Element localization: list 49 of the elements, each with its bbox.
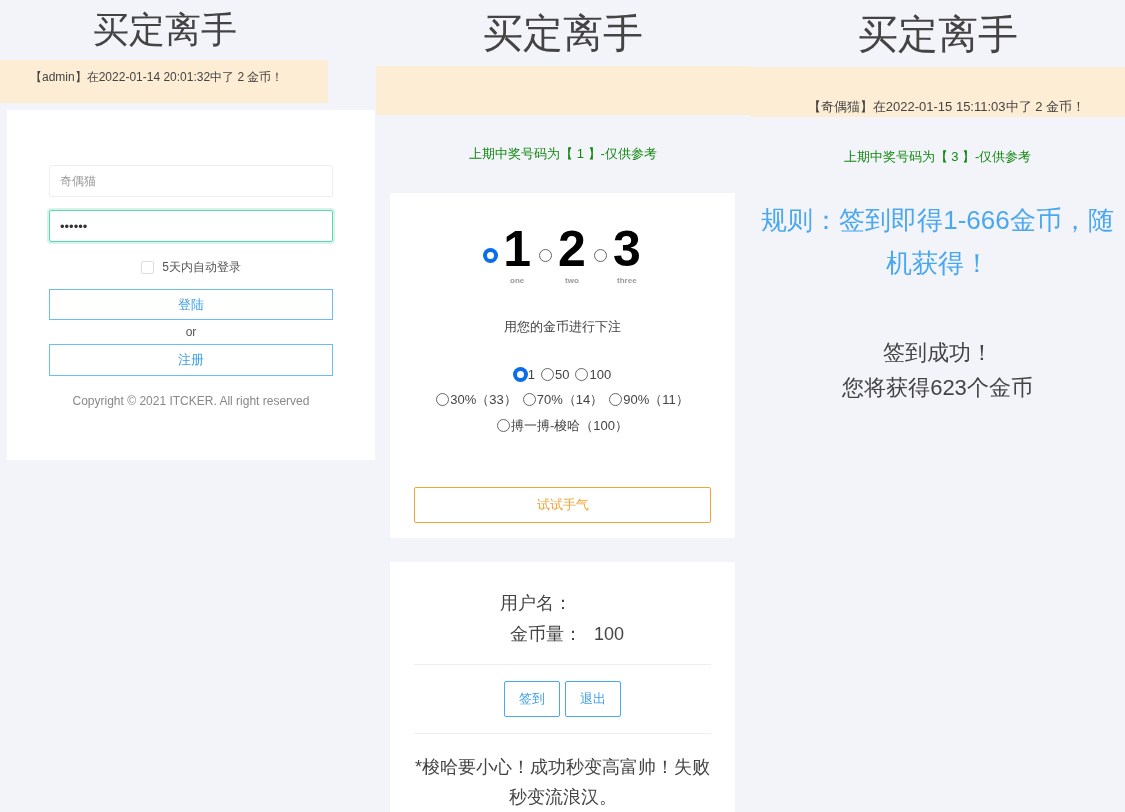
rule-text: 规则：签到即得1-666金币，随机获得！ <box>760 204 1115 280</box>
logout-button[interactable]: 退出 <box>565 681 621 717</box>
ticker-text: 【奇偶猫】在2022-01-15 15:11:03中了 2 金币！ <box>807 97 1085 116</box>
radio-button[interactable] <box>496 418 510 432</box>
username-label: 用户名： <box>500 592 573 615</box>
radio-button[interactable] <box>436 393 450 407</box>
coins-label: 金币量： <box>510 623 582 646</box>
last-number-text: 上期中奖号码为【 3 】-仅供参考 <box>843 148 1032 167</box>
number-digit: 1 <box>503 223 532 276</box>
option-label: 30%（33） <box>450 391 517 410</box>
bet-prompt: 用您的金币进行下注 <box>504 318 621 337</box>
radio-button[interactable] <box>484 249 498 263</box>
register-button[interactable]: 注册 <box>49 344 333 376</box>
checkbox[interactable] <box>141 260 155 274</box>
try-luck-button[interactable]: 试试手气 <box>414 487 711 524</box>
last-number-text: 上期中奖号码为【 1 】-仅供参考 <box>469 145 657 164</box>
option-label: 70%（14） <box>536 391 604 410</box>
option-label: 90%（11） <box>623 391 689 410</box>
radio-button[interactable] <box>593 249 607 263</box>
radio-button[interactable] <box>609 393 623 407</box>
page-title: 买定离手 <box>483 9 643 57</box>
page-title: 买定离手 <box>93 8 237 52</box>
radio-button[interactable] <box>541 367 554 381</box>
radio-button[interactable] <box>575 367 589 381</box>
login-button[interactable]: 登陆 <box>49 289 333 320</box>
number-digit: 2 <box>558 223 586 276</box>
remember-label: 5天内自动登录 <box>162 259 241 276</box>
result-text: 签到成功！ <box>882 339 993 367</box>
number-caption: one <box>510 275 525 288</box>
number-caption: two <box>565 275 579 288</box>
radio-button[interactable] <box>539 249 553 263</box>
number-digit: 3 <box>612 223 641 276</box>
radio-button[interactable] <box>513 367 527 381</box>
number-caption: three <box>617 275 637 288</box>
ticker-text: 【admin】在2022-01-14 20:01:32中了 2 金币！ <box>30 70 284 84</box>
password-field[interactable]: •••••• <box>49 210 333 242</box>
option-label: 搏一搏-梭哈（100） <box>510 416 628 435</box>
option-label: 50 <box>555 365 570 384</box>
check-in-button[interactable]: 签到 <box>504 681 560 717</box>
copyright-text: Copyright © 2021 ITCKER. All right reserved <box>72 393 310 410</box>
warning-text: *梭哈要小心！成功秒变高富帅！失败秒变流浪汉。 <box>414 756 711 809</box>
page-title: 买定离手 <box>857 10 1018 58</box>
or-text: or <box>185 324 197 341</box>
option-label: 1 <box>527 365 535 384</box>
username-field[interactable]: 奇偶猫 <box>49 165 333 197</box>
result-text: 您将获得623个金币 <box>842 374 1033 402</box>
option-label: 100 <box>589 365 612 384</box>
radio-button[interactable] <box>522 393 536 407</box>
coins-value: 100 <box>594 623 625 646</box>
